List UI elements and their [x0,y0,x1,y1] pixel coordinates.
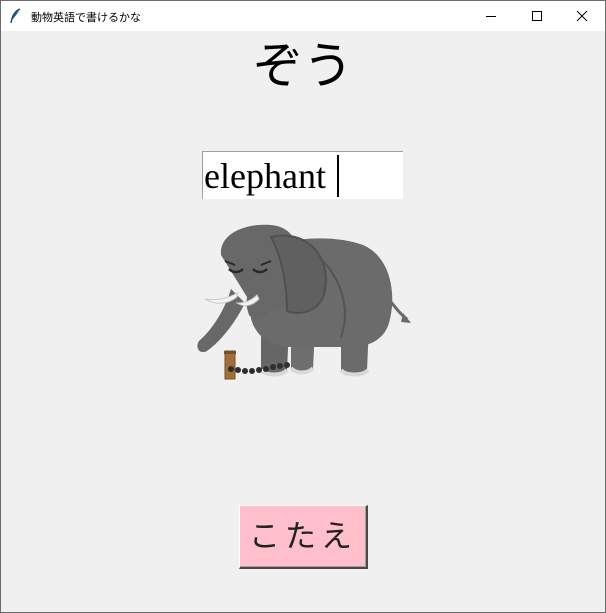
feather-icon [9,8,23,24]
minimize-icon [486,16,496,17]
maximize-icon [532,11,542,21]
close-icon [576,10,588,22]
answer-input[interactable] [202,151,403,199]
app-window: 動物英語で書けるかな ぞう elephant こたえ [0,0,606,613]
close-button[interactable] [559,1,605,31]
window-title: 動物英語で書けるかな [31,11,141,24]
answer-button[interactable]: こたえ [239,505,368,569]
maximize-button[interactable] [514,1,560,31]
elephant-icon [197,224,411,380]
title-bar[interactable]: 動物英語で書けるかな [1,1,605,31]
minimize-button[interactable] [468,1,514,31]
text-cursor [337,155,339,197]
animal-name-heading: ぞう [253,37,353,95]
